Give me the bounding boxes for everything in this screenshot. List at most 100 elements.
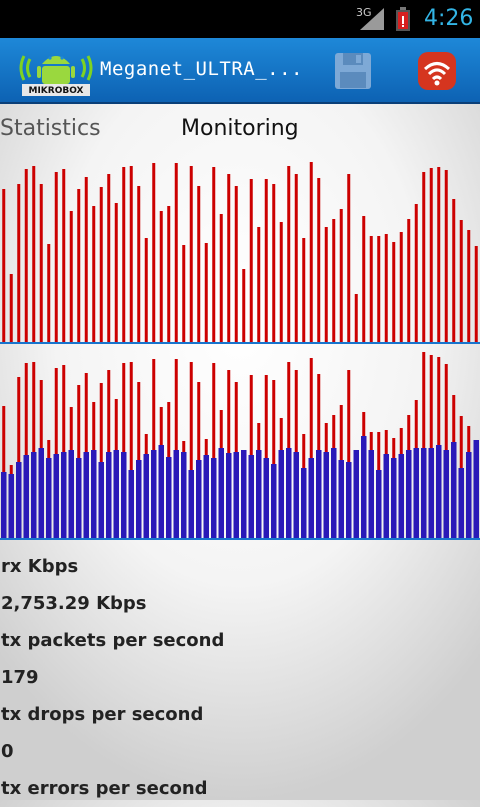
tab-statistics[interactable]: Statistics (0, 116, 101, 141)
rx-bar (17, 184, 21, 344)
rx-bar (249, 179, 253, 344)
rx-bar (399, 232, 403, 344)
tx-bar (91, 450, 97, 540)
rx-bar (369, 236, 373, 344)
tx-bar (76, 458, 82, 540)
tx-bar (151, 450, 157, 540)
tx-bar (308, 458, 314, 540)
rx-bar (264, 179, 268, 344)
rx-kbps-value: 2,753.29 Kbps (1, 593, 147, 614)
tx-bar (256, 450, 262, 540)
tx-bar (413, 448, 419, 540)
tx-bar (106, 452, 112, 540)
rx-bar (24, 169, 28, 344)
tx-bar (98, 462, 104, 540)
tx-bar (143, 454, 149, 540)
tx-bar (436, 445, 442, 540)
rx-bar (2, 189, 6, 344)
tx-bar (323, 452, 329, 540)
rx-bar (84, 177, 88, 344)
rx-bar (257, 227, 261, 344)
stats-list: rx Kbps 2,753.29 Kbps tx packets per sec… (0, 548, 480, 807)
rx-bar (384, 234, 388, 344)
tx-bar (31, 452, 37, 540)
tx-bar (68, 450, 74, 540)
tx-bar (128, 470, 134, 540)
signal-icon (360, 8, 384, 30)
rx-bar (189, 166, 193, 344)
rx-bar (39, 184, 43, 344)
tx-bar (391, 458, 397, 540)
rx-bar (152, 163, 156, 344)
wifi-icon[interactable] (416, 50, 458, 92)
rx-bar (302, 238, 306, 344)
status-bar: 3G 4:26 (0, 0, 480, 38)
logo-text: MIKROBOX (29, 86, 84, 96)
rx-traffic-chart (0, 162, 480, 344)
tx-bar (406, 450, 412, 540)
rx-bar (422, 172, 426, 344)
rx-bar (347, 174, 351, 344)
rx-bar (279, 222, 283, 344)
rx-bar (437, 167, 441, 344)
rx-bar (69, 211, 73, 344)
rx-bar (459, 220, 463, 344)
rx-bar (129, 166, 133, 344)
mikrobox-logo[interactable]: MIKROBOX (18, 46, 94, 96)
tab-bar: Statistics Monitoring (0, 104, 480, 150)
tx-bar (8, 474, 14, 540)
rx-bar (474, 246, 478, 344)
rx-bar (287, 166, 291, 344)
tx-bar (1, 472, 7, 540)
tx-bar (353, 450, 359, 540)
rx-bar (444, 170, 448, 344)
rx-bar (294, 174, 298, 344)
rx-bar (92, 206, 96, 344)
tx-bar (173, 450, 179, 540)
rx-bar (54, 172, 58, 344)
tx-bar (196, 460, 202, 540)
rx-bar (324, 227, 328, 344)
tx-bar (286, 448, 292, 540)
tx-pps-value: 179 (1, 667, 39, 688)
rx-bar (114, 203, 118, 344)
rx-bar (174, 163, 178, 344)
tx-bar (443, 450, 449, 540)
tab-monitoring[interactable]: Monitoring (181, 116, 299, 141)
rx-bar (414, 204, 418, 344)
rx-bar (317, 178, 321, 344)
tx-bar (263, 458, 269, 540)
tx-errors-label: tx errors per second (1, 778, 208, 799)
tx-bar (38, 448, 44, 540)
tx-bar (121, 452, 127, 540)
tx-bar (271, 464, 277, 540)
floppy-save-icon[interactable] (332, 50, 374, 92)
rx-bar (452, 199, 456, 344)
rx-bar (159, 211, 163, 344)
tx-bar (383, 454, 389, 540)
tx-bar (278, 450, 284, 540)
rx-bar (234, 186, 238, 344)
rx-bar (47, 244, 51, 344)
rx-bar (332, 219, 336, 344)
tx-bar (473, 440, 479, 540)
tx-bar (166, 457, 172, 540)
rx-bar (392, 242, 396, 344)
app-title: Meganet_ULTRA_... (100, 58, 303, 80)
tx-drops-label: tx drops per second (1, 704, 204, 725)
tx-bar (113, 450, 119, 540)
rx-bar (137, 186, 141, 344)
tx-bar (203, 455, 209, 540)
rx-bar (467, 230, 471, 344)
battery-low-icon (396, 7, 410, 31)
rx-bar (227, 174, 231, 344)
tx-bar (331, 448, 337, 540)
tx-bar (398, 454, 404, 540)
tx-bar (226, 453, 232, 540)
tx-bar (301, 468, 307, 540)
tx-bar (158, 445, 164, 540)
tx-bar (376, 470, 382, 540)
tx-bar (136, 460, 142, 540)
rx-bar (9, 274, 13, 344)
tx-bar (83, 452, 89, 540)
